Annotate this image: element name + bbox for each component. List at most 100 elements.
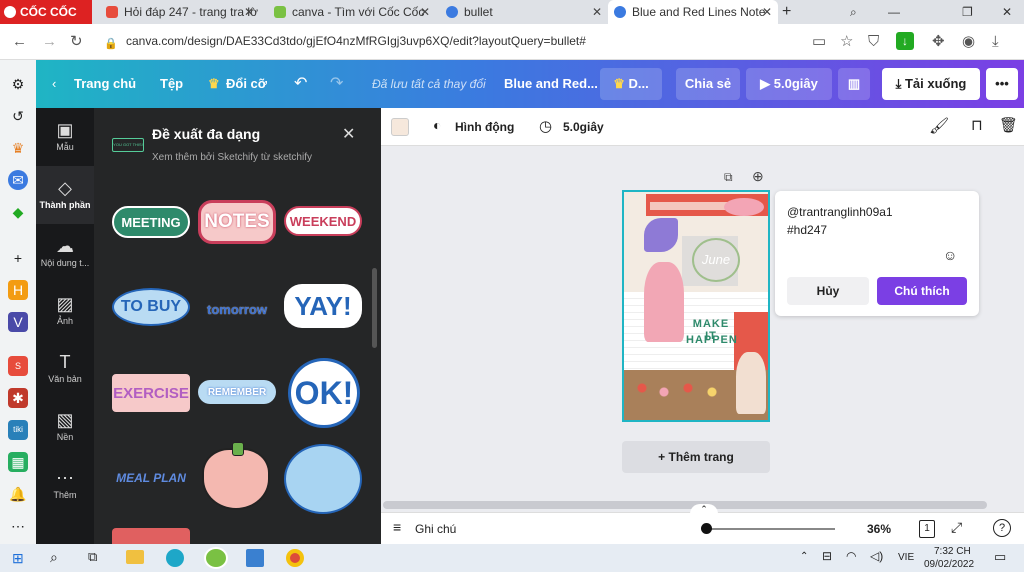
sticker-speech-bubble[interactable]	[284, 444, 362, 514]
clipboard-icon[interactable]: ▭	[812, 32, 826, 52]
resize-button[interactable]: Đổi cỡ	[226, 60, 267, 108]
duration-button[interactable]: 5.0giây	[563, 120, 604, 134]
format-paint-icon[interactable]: 🖌	[929, 116, 949, 136]
sticker-meeting[interactable]: MEETING	[112, 206, 190, 238]
sticker-apple-grid[interactable]	[202, 442, 270, 510]
add-page-icon[interactable]: ⊕	[752, 168, 764, 185]
promo-icon[interactable]: ✱	[8, 388, 28, 408]
clock-date[interactable]: 09/02/2022	[924, 559, 974, 570]
zoom-level[interactable]: 36%	[867, 522, 891, 536]
language-indicator[interactable]: VIE	[898, 552, 914, 563]
home-button[interactable]: Trang chủ	[74, 60, 136, 108]
chevron-left-icon[interactable]: ‹	[52, 60, 56, 108]
nav-more[interactable]: ⋯ Thêm	[36, 456, 94, 514]
tab-search-icon[interactable]: ⌕	[850, 0, 866, 24]
trash-icon[interactable]: 🗑	[999, 116, 1018, 134]
store-icon[interactable]	[246, 549, 264, 567]
settings-icon[interactable]: ⚙	[8, 74, 28, 94]
design-title[interactable]: Blue and Red...	[504, 60, 598, 108]
nav-templates[interactable]: ▣ Mẫu	[36, 108, 94, 166]
insights-icon[interactable]: ▥	[838, 68, 870, 100]
add-icon[interactable]: +	[8, 248, 28, 268]
panel-scrollbar[interactable]	[372, 268, 377, 348]
duplicate-page-icon[interactable]: ⧉	[724, 170, 733, 185]
comment-submit-button[interactable]: Chú thích	[877, 277, 967, 305]
shield-icon[interactable]: ⛉	[868, 32, 879, 52]
sheet-icon[interactable]: ▦	[8, 452, 28, 472]
download-extension-icon[interactable]: ↓	[896, 32, 914, 50]
emoji-sticker-icon[interactable]: ☺	[943, 247, 957, 263]
sticker-exercise[interactable]: EXERCISE	[112, 374, 190, 412]
downloads-icon[interactable]: ⤓	[992, 32, 999, 52]
tray-chevron-icon[interactable]: ⌃	[800, 551, 808, 562]
nav-uploads[interactable]: ☁ Nội dung t...	[36, 224, 94, 282]
coccoc-logo[interactable]: CỐC CỐC	[0, 0, 92, 24]
sticker-partial[interactable]	[112, 528, 190, 544]
chrome-icon[interactable]	[286, 549, 304, 567]
undo-icon[interactable]: ↶	[294, 60, 307, 108]
zoom-slider-track[interactable]	[705, 528, 835, 530]
zoom-slider-thumb[interactable]	[701, 523, 712, 534]
nav-photos[interactable]: ▨ Ảnh	[36, 282, 94, 340]
v-app-icon[interactable]: V	[8, 312, 28, 332]
file-explorer-icon[interactable]	[126, 550, 144, 564]
close-icon[interactable]: ✕	[420, 0, 430, 24]
clock-time[interactable]: 7:32 CH	[934, 546, 971, 557]
sticker-notes[interactable]: NOTES	[198, 200, 276, 244]
tab-canva-search[interactable]: canva - Tìm với Cốc Cốc ✕	[268, 0, 436, 24]
close-icon[interactable]: ✕	[342, 124, 355, 144]
back-icon[interactable]: ←	[12, 32, 27, 52]
volume-icon[interactable]: ◁)	[870, 549, 883, 563]
sticker-meal-plan[interactable]: MEAL PLAN	[112, 466, 190, 490]
file-menu[interactable]: Tệp	[160, 60, 183, 108]
help-icon[interactable]: ?	[993, 519, 1011, 537]
sticker-to-buy[interactable]: TO BUY	[112, 288, 190, 326]
sticker-yay[interactable]: YAY!	[284, 284, 362, 328]
profile-icon[interactable]: ◉	[962, 32, 975, 52]
hoidap-app-icon[interactable]: H	[8, 280, 28, 300]
edge-icon[interactable]	[166, 549, 184, 567]
sticker-remember[interactable]: REMEMBER	[198, 380, 276, 404]
tab-hoidap[interactable]: Hỏi đáp 247 - trang tra lờ ✕	[100, 0, 260, 24]
window-close-icon[interactable]: ✕	[1002, 0, 1018, 24]
tab-bullet[interactable]: bullet ✕	[440, 0, 608, 24]
notes-button[interactable]: Ghi chú	[415, 522, 456, 536]
redo-icon[interactable]: ↷	[330, 60, 343, 108]
game-icon[interactable]: ◆	[8, 202, 28, 222]
sticker-weekend[interactable]: WEEKEND	[284, 206, 362, 236]
lock-icon[interactable]: ⊓	[971, 116, 983, 134]
bookmark-star-icon[interactable]: ☆	[840, 32, 853, 52]
page-count[interactable]: 1	[919, 520, 935, 538]
minimize-icon[interactable]: —	[888, 0, 904, 24]
close-icon[interactable]: ✕	[762, 0, 772, 24]
new-tab-button[interactable]: +	[782, 0, 798, 24]
messenger-icon[interactable]: ✉	[8, 170, 28, 190]
extensions-icon[interactable]: ✥	[932, 32, 945, 52]
network-icon[interactable]: ⊟	[822, 549, 832, 563]
notification-icon[interactable]: ▭	[994, 549, 1006, 565]
close-icon[interactable]: ✕	[244, 0, 254, 24]
comment-line-mention[interactable]: @trantranglinh09a1	[787, 205, 893, 219]
cancel-button[interactable]: Hủy	[787, 277, 869, 305]
history-icon[interactable]: ↺	[8, 106, 28, 126]
restore-icon[interactable]: ❐	[962, 0, 978, 24]
more-dots-icon[interactable]: ⋯	[8, 516, 28, 536]
tab-blue-red-lines[interactable]: Blue and Red Lines Note ✕	[608, 0, 778, 24]
crown-icon[interactable]: ♛	[8, 138, 28, 158]
more-options-button[interactable]: •••	[986, 68, 1018, 100]
animation-icon[interactable]: ◐	[433, 117, 441, 133]
task-view-icon[interactable]: ⧉	[88, 549, 97, 565]
coccoc-taskbar-icon[interactable]	[204, 547, 228, 569]
upgrade-button[interactable]: ♛ D...	[600, 68, 662, 100]
nav-elements[interactable]: ◇ Thành phần	[36, 166, 94, 224]
search-icon[interactable]: ⌕	[50, 549, 58, 566]
add-page-button[interactable]: + Thêm trang	[622, 441, 770, 473]
download-button[interactable]: ⤓ Tải xuống	[882, 68, 980, 100]
background-color-swatch[interactable]	[391, 118, 409, 136]
notification-bell-icon[interactable]: 🔔	[8, 484, 28, 504]
forward-icon[interactable]: →	[42, 32, 57, 52]
shopee-icon[interactable]: S	[8, 356, 28, 376]
sticker-ok[interactable]: OK!	[288, 358, 360, 428]
fullscreen-icon[interactable]: ⤢	[951, 519, 962, 536]
chevron-up-icon[interactable]: ⌃	[690, 504, 718, 514]
